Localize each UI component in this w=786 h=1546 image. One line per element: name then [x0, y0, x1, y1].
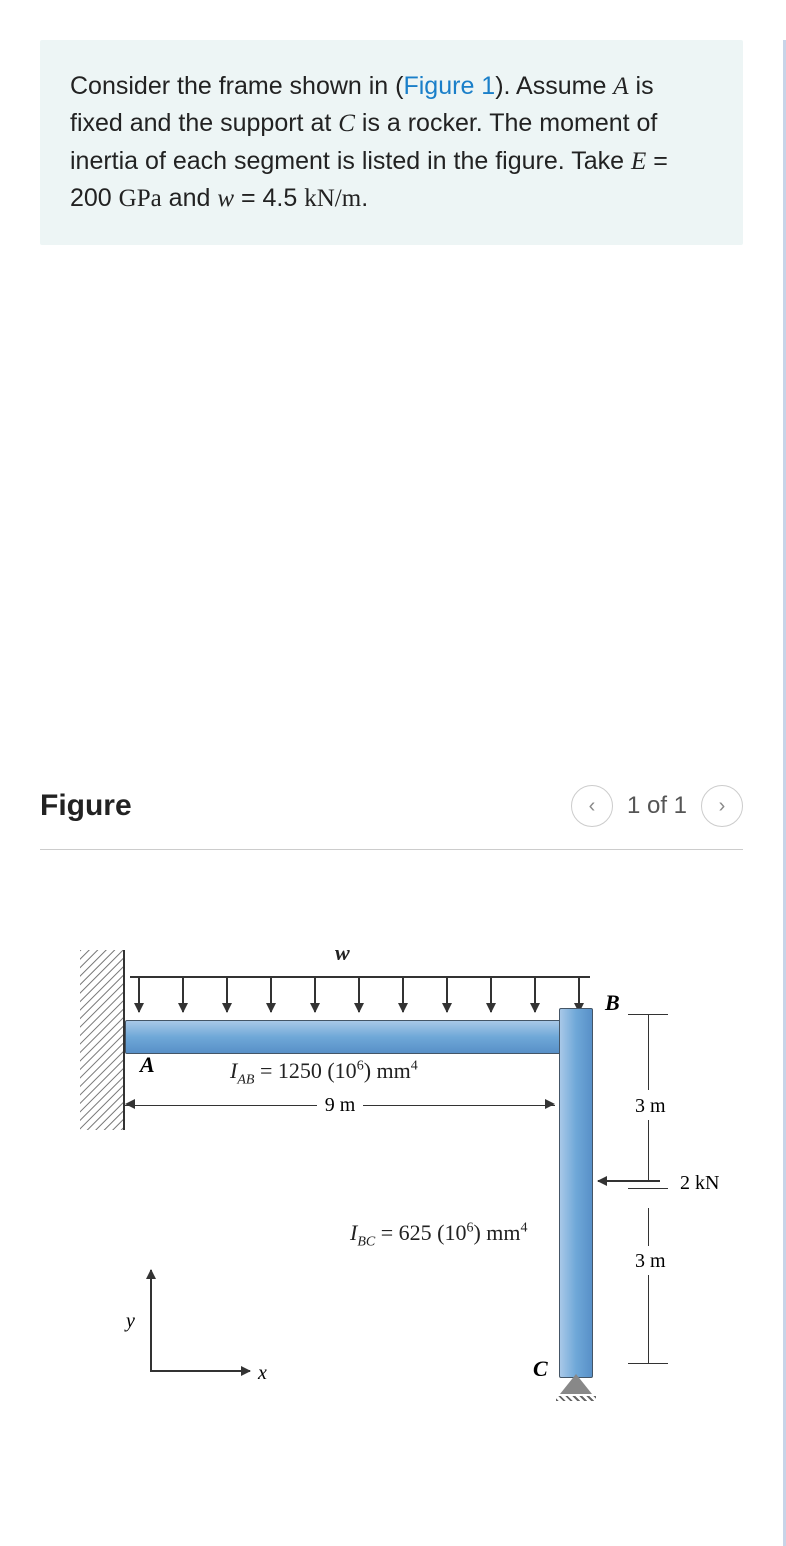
chevron-right-icon: › [719, 795, 726, 818]
x-axis-label: x [258, 1362, 267, 1385]
rocker-support-icon [560, 1374, 592, 1406]
figure-counter: 1 of 1 [627, 792, 687, 820]
eq-val: = 4.5 [234, 184, 304, 212]
chevron-left-icon: ‹ [589, 795, 596, 818]
inertia-bc-label: IBC = 625 (106) mm4 [350, 1220, 528, 1250]
dimension-3m-bot: 3 m [635, 1250, 666, 1273]
force-label: 2 kN [680, 1172, 719, 1195]
load-arrow-icon [358, 978, 360, 1012]
point-c-label: C [533, 1356, 548, 1382]
var-w: w [217, 185, 234, 212]
load-arrow-icon [138, 978, 140, 1012]
load-arrow-icon [270, 978, 272, 1012]
beam-bc [559, 1008, 593, 1378]
force-arrow-icon [598, 1180, 660, 1182]
figure-title: Figure [40, 789, 132, 823]
dimension-9m: 9 m [125, 1093, 555, 1117]
problem-text: . [361, 184, 368, 212]
load-arrow-icon [446, 978, 448, 1012]
inertia-ab-label: IAB = 1250 (106) mm4 [230, 1058, 418, 1088]
load-arrow-icon [534, 978, 536, 1012]
eq-unit: kN/m [304, 185, 361, 212]
point-b-label: B [605, 990, 620, 1016]
var-E: E [631, 148, 646, 175]
point-a-label: A [140, 1052, 155, 1078]
load-arrow-icon [578, 978, 580, 1012]
load-arrow-icon [402, 978, 404, 1012]
figure-header: Figure ‹ 1 of 1 › [40, 785, 743, 850]
load-arrow-icon [226, 978, 228, 1012]
var-C: C [338, 110, 355, 137]
figure-nav: ‹ 1 of 1 › [571, 785, 743, 827]
dim-arrow-icon [545, 1099, 555, 1109]
y-axis-label: y [126, 1310, 135, 1333]
var-A: A [613, 73, 628, 100]
eq-unit: GPa [119, 185, 162, 212]
fixed-wall-icon [80, 950, 125, 1130]
load-arrow-icon [182, 978, 184, 1012]
problem-statement: Consider the frame shown in (Figure 1). … [40, 40, 743, 245]
problem-text: Consider the frame shown in ( [70, 72, 403, 100]
problem-text: ). Assume [495, 72, 613, 100]
load-arrow-icon [490, 978, 492, 1012]
distributed-load-line [130, 976, 590, 978]
dim-line [648, 1120, 649, 1182]
beam-ab [125, 1020, 585, 1054]
figure-diagram: w A B C IAB = 1250 (106) mm4 9 m 3 m 3 m [40, 900, 740, 1420]
dim-line [648, 1275, 649, 1363]
problem-text: and [162, 184, 218, 212]
coordinate-axes-icon: y x [120, 1270, 250, 1400]
dim-tick [628, 1363, 668, 1364]
dimension-3m-top: 3 m [635, 1095, 666, 1118]
load-arrow-icon [314, 978, 316, 1012]
dim-line [648, 1014, 649, 1090]
dim-line [648, 1208, 649, 1246]
next-figure-button[interactable]: › [701, 785, 743, 827]
dim-tick [628, 1188, 668, 1189]
load-w-label: w [335, 940, 350, 966]
prev-figure-button[interactable]: ‹ [571, 785, 613, 827]
dim-arrow-icon [125, 1099, 135, 1109]
figure-link[interactable]: Figure 1 [403, 72, 495, 100]
